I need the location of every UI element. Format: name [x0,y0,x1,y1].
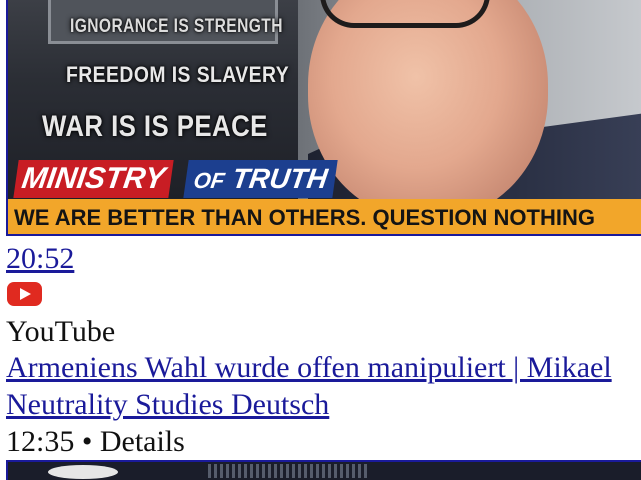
video-thumbnail: IGNORANCE IS STRENGTH FREEDOM IS SLAVERY… [6,0,641,236]
ministry-of-truth-logo: MINISTRY OF TRUTH [13,160,346,200]
truth-label: OF TRUTH [183,160,338,198]
truth-word: TRUTH [230,163,330,194]
glasses-graphic [320,0,490,28]
thumbnail-slogan-3: WAR IS IS PEACE [42,110,268,143]
thumbnail-banner: WE ARE BETTER THAN OTHERS. QUESTION NOTH… [8,199,641,234]
thumbnail-slogan-2: FREEDOM IS SLAVERY [66,62,290,87]
video-meta: 12:35 • Details [6,425,185,458]
source-name: YouTube [6,315,116,348]
thumbnail-slogan-1: IGNORANCE IS STRENGTH [70,16,283,37]
video-title-link[interactable]: Armeniens Wahl wurde offen manipuliert |… [6,349,612,387]
channel-link[interactable]: Neutrality Studies Deutsch [6,386,329,424]
next-video-thumbnail[interactable] [6,460,641,480]
of-label: OF [192,168,227,193]
ministry-label: MINISTRY [13,160,174,198]
youtube-icon [7,282,42,306]
video-duration-link[interactable]: 20:52 [6,240,74,278]
video-thumbnail-link[interactable]: IGNORANCE IS STRENGTH FREEDOM IS SLAVERY… [6,0,641,240]
